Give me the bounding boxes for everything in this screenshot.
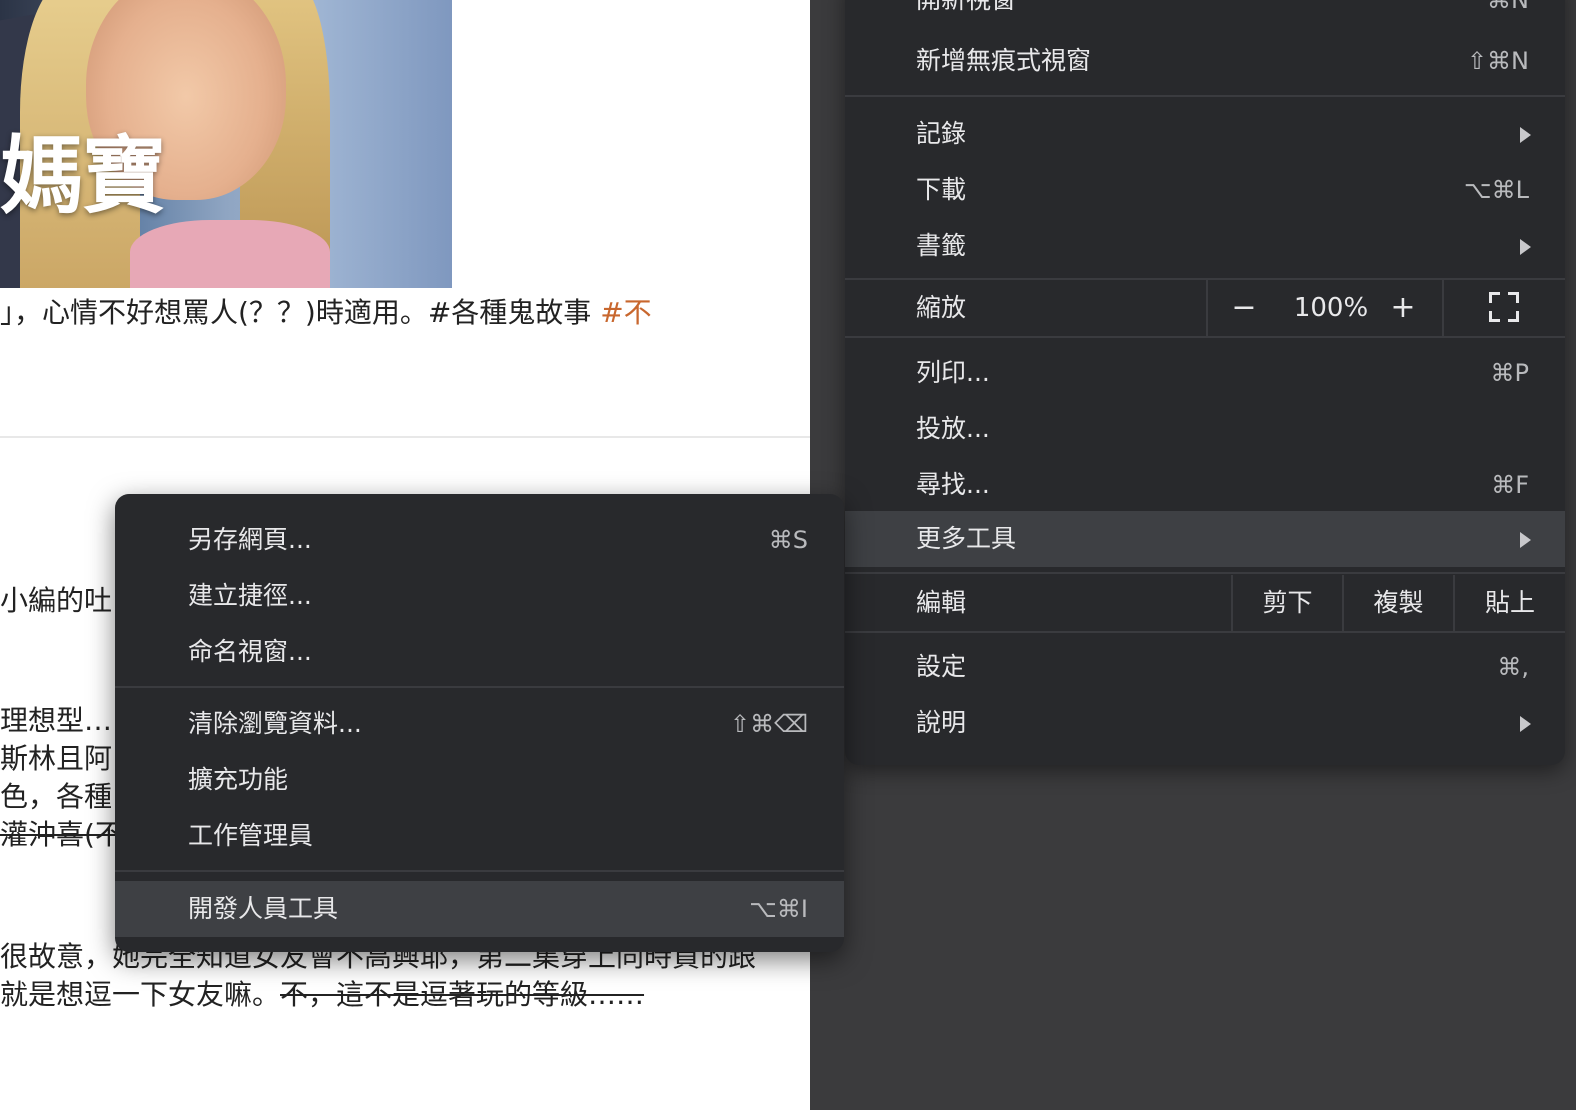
menu-item-new-window[interactable]: 開新視窗 ⌘N xyxy=(845,0,1565,28)
zoom-out-button[interactable]: − xyxy=(1208,280,1280,336)
menu-separator xyxy=(845,95,1565,97)
menu-item-settings[interactable]: 設定 ⌘, xyxy=(845,639,1565,695)
menu-zoom-row: 縮放 − 100% + xyxy=(845,280,1565,336)
submenu-item-create-shortcut[interactable]: 建立捷徑... xyxy=(115,568,844,624)
article-line-bottom-2: 就是想逗一下女友嘛。不，這不是逗著玩的等級…… xyxy=(0,978,645,1011)
menu-item-print[interactable]: 列印... ⌘P xyxy=(845,345,1565,401)
menu-item-more-tools[interactable]: 更多工具 xyxy=(845,511,1565,567)
submenu-arrow-icon xyxy=(1520,532,1531,548)
menu-edit-row: 編輯 剪下 複製 貼上 xyxy=(845,575,1565,631)
article-fragment: 小編的吐 xyxy=(0,584,113,617)
menu-item-history[interactable]: 記錄 xyxy=(845,106,1565,162)
menu-separator xyxy=(115,686,844,688)
browser-main-menu: 開新視窗 ⌘N 新增無痕式視窗 ⇧⌘N 記錄 下載 ⌥⌘L 書籤 縮放 − 10… xyxy=(845,0,1565,765)
submenu-item-save-page[interactable]: 另存網頁... ⌘S xyxy=(115,512,844,568)
menu-item-help[interactable]: 說明 xyxy=(845,695,1565,751)
menu-item-find[interactable]: 尋找... ⌘F xyxy=(845,457,1565,513)
article-fragment: 色，各種 xyxy=(0,780,113,813)
menu-separator xyxy=(845,631,1565,633)
menu-separator xyxy=(845,336,1565,338)
menu-item-bookmarks[interactable]: 書籤 xyxy=(845,218,1565,274)
menu-item-cast[interactable]: 投放... xyxy=(845,401,1565,457)
menu-item-new-incognito-window[interactable]: 新增無痕式視窗 ⇧⌘N xyxy=(845,33,1565,89)
menu-item-downloads[interactable]: 下載 ⌥⌘L xyxy=(845,162,1565,218)
submenu-item-developer-tools[interactable]: 開發人員工具 ⌥⌘I xyxy=(115,881,844,937)
hero-poster-image: 媽寶 xyxy=(0,0,452,288)
menu-separator xyxy=(845,572,1565,574)
article-fragment: 斯林且阿 xyxy=(0,742,113,775)
submenu-item-clear-browsing-data[interactable]: 清除瀏覽資料... ⇧⌘⌫ xyxy=(115,696,844,752)
poster-title: 媽寶 xyxy=(0,127,166,225)
zoom-level: 100% xyxy=(1293,293,1369,323)
submenu-item-task-manager[interactable]: 工作管理員 xyxy=(115,808,844,864)
article-fragment: 灌沖喜(不 xyxy=(0,818,123,851)
hashtag-link[interactable]: #不 xyxy=(600,296,651,329)
zoom-in-button[interactable]: + xyxy=(1367,280,1439,336)
paste-button[interactable]: 貼上 xyxy=(1455,575,1565,631)
cut-button[interactable]: 剪下 xyxy=(1233,575,1342,631)
menu-separator xyxy=(115,870,844,872)
submenu-item-name-window[interactable]: 命名視窗... xyxy=(115,624,844,680)
submenu-arrow-icon xyxy=(1520,239,1531,255)
more-tools-submenu: 另存網頁... ⌘S 建立捷徑... 命名視窗... 清除瀏覽資料... ⇧⌘⌫… xyxy=(115,494,844,952)
article-line-1: 」，心情不好想罵人(？？)時適用。#各種鬼故事 #不 xyxy=(0,296,652,329)
article-fragment: 理想型… xyxy=(0,704,113,737)
submenu-arrow-icon xyxy=(1520,127,1531,143)
submenu-arrow-icon xyxy=(1520,716,1531,732)
copy-button[interactable]: 複製 xyxy=(1344,575,1453,631)
submenu-item-extensions[interactable]: 擴充功能 xyxy=(115,752,844,808)
section-divider xyxy=(0,436,810,438)
fullscreen-icon[interactable] xyxy=(1489,292,1519,322)
